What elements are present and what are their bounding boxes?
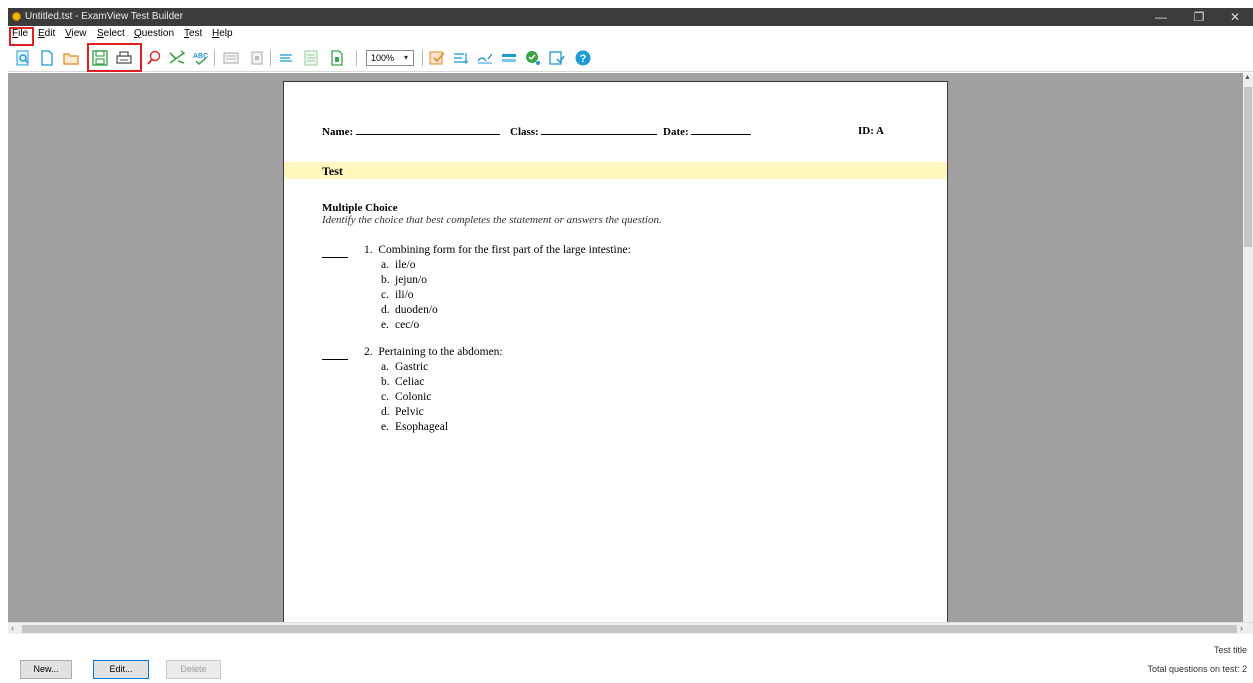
save-print-highlight	[87, 43, 142, 72]
menu-question[interactable]: Question	[134, 28, 174, 39]
name-label: Name:	[322, 125, 500, 138]
new-question-button[interactable]: New...	[20, 660, 72, 679]
horizontal-scroll-thumb[interactable]	[22, 625, 1237, 633]
outline-icon[interactable]	[302, 49, 320, 67]
choice-item: e. cec/o	[381, 319, 420, 331]
menu-view[interactable]: View	[65, 28, 87, 39]
new-icon[interactable]	[38, 49, 56, 67]
zoom-select[interactable]: 100% ▾	[366, 50, 414, 66]
window-title: Untitled.tst - ExamView Test Builder	[25, 11, 184, 22]
open-icon[interactable]	[62, 49, 80, 67]
choice-item: a. ile/o	[381, 259, 416, 271]
test-page: Name: Class: Date: ID: A Test Multiple C…	[283, 81, 948, 626]
help-icon[interactable]: ?	[574, 49, 592, 67]
test-options-icon[interactable]	[500, 49, 518, 67]
date-label: Date:	[663, 125, 752, 138]
delete-question-button[interactable]: Delete	[166, 660, 221, 679]
choice-item: d. Pelvic	[381, 406, 424, 418]
choice-item: a. Gastric	[381, 361, 429, 373]
scramble-icon[interactable]	[168, 49, 186, 67]
section-title: Multiple Choice	[322, 202, 398, 214]
id-label: ID: A	[858, 125, 884, 137]
question-stem: 2. Pertaining to the abdomen:	[364, 346, 503, 358]
preview-icon[interactable]	[14, 49, 32, 67]
horizontal-scrollbar[interactable]: ‹ ›	[8, 622, 1253, 634]
toolbar-separator	[422, 50, 423, 66]
find-icon[interactable]	[145, 49, 163, 67]
vertical-scrollbar[interactable]: ▲	[1243, 73, 1253, 622]
choice-item: b. Celiac	[381, 376, 425, 388]
scroll-right-icon[interactable]: ›	[1240, 623, 1243, 633]
zoom-value: 100%	[371, 53, 395, 63]
menu-bar: File Edit View Select Question Test Help	[8, 26, 1253, 42]
scroll-up-icon[interactable]: ▲	[1244, 74, 1251, 81]
choice-item: c. Colonic	[381, 391, 432, 403]
menu-help[interactable]: Help	[212, 28, 233, 39]
toolbar: ABC 100% ▾ ?	[8, 42, 1253, 72]
select-questions-icon[interactable]	[428, 49, 446, 67]
test-title-band: Test	[284, 162, 947, 179]
class-label: Class:	[510, 125, 658, 138]
insert-icon[interactable]	[248, 49, 266, 67]
online-icon[interactable]	[524, 49, 542, 67]
question-list-icon[interactable]	[278, 49, 296, 67]
vertical-scroll-thumb[interactable]	[1244, 87, 1252, 247]
total-questions-status: Total questions on test: 2	[1147, 664, 1247, 674]
question-stem: 1. Combining form for the first part of …	[364, 244, 631, 256]
svg-text:?: ?	[580, 53, 587, 65]
menu-select[interactable]: Select	[97, 28, 125, 39]
answer-blank	[322, 359, 348, 360]
spellcheck-icon[interactable]: ABC	[192, 49, 210, 67]
toolbar-separator	[270, 50, 271, 66]
layout-icon[interactable]	[222, 49, 240, 67]
status-bar: New... Edit... Delete Test title Total q…	[8, 634, 1253, 683]
answer-blank	[322, 257, 348, 258]
close-button[interactable]: ✕	[1217, 8, 1253, 26]
minimize-button[interactable]: —	[1143, 8, 1179, 26]
menu-edit[interactable]: Edit	[38, 28, 55, 39]
toolbar-separator	[214, 50, 215, 66]
choice-item: b. jejun/o	[381, 274, 427, 286]
title-bar: Untitled.tst - ExamView Test Builder — ❐…	[8, 8, 1253, 26]
test-title: Test	[322, 164, 343, 178]
file-menu-highlight	[9, 27, 34, 46]
section-instructions: Identify the choice that best completes …	[322, 214, 662, 226]
publish-icon[interactable]	[548, 49, 566, 67]
choice-item: e. Esophageal	[381, 421, 449, 433]
scroll-left-icon[interactable]: ‹	[11, 623, 14, 633]
chevron-down-icon[interactable]: ▾	[400, 52, 412, 64]
page-icon[interactable]	[328, 49, 346, 67]
sort-icon[interactable]	[452, 49, 470, 67]
edit-info-icon[interactable]	[476, 49, 494, 67]
test-title-status: Test title	[1213, 645, 1247, 655]
choice-item: c. ili/o	[381, 289, 414, 301]
toolbar-separator	[356, 50, 357, 66]
menu-test[interactable]: Test	[184, 28, 202, 39]
edit-question-button[interactable]: Edit...	[93, 660, 149, 679]
choice-item: d. duoden/o	[381, 304, 438, 316]
app-icon	[12, 12, 21, 21]
maximize-button[interactable]: ❐	[1181, 8, 1217, 26]
